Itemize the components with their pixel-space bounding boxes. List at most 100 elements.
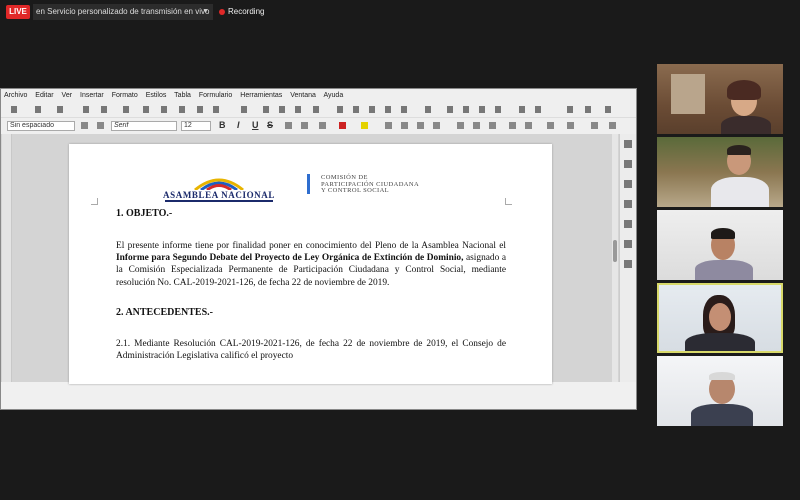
menu-ventana[interactable]: Ventana (290, 92, 316, 99)
asamblea-emblem-icon (194, 178, 244, 190)
subscript-icon[interactable] (301, 122, 308, 129)
undo-icon[interactable] (213, 106, 219, 113)
stream-service-dropdown[interactable]: en Servicio personalizado de transmisión… (33, 4, 213, 20)
track-changes-icon[interactable] (535, 106, 541, 113)
menu-insertar[interactable]: Insertar (80, 92, 104, 99)
paragraph-spacing-icon[interactable] (567, 122, 574, 129)
basic-shapes-icon[interactable] (585, 106, 591, 113)
cut-icon[interactable] (143, 106, 149, 113)
document-area: ASAMBLEA NACIONAL COMISIÓN DE PARTICIPAC… (1, 134, 636, 384)
paragraph-style-value: Sin espaciado (10, 122, 54, 129)
page-icon[interactable] (624, 180, 632, 188)
italic-button[interactable]: I (237, 120, 240, 130)
numbering-icon[interactable] (473, 122, 480, 129)
menu-ayuda[interactable]: Ayuda (324, 92, 344, 99)
bookmark-icon[interactable] (495, 106, 501, 113)
toolbar-more-icon[interactable] (605, 106, 611, 113)
vertical-ruler (2, 134, 12, 382)
insert-table-icon[interactable] (313, 106, 319, 113)
insert-image-icon[interactable] (337, 106, 343, 113)
participant-tile-2[interactable] (657, 137, 783, 207)
find-replace-icon[interactable] (263, 106, 269, 113)
participant-tile-1[interactable] (657, 64, 783, 134)
superscript-icon[interactable] (285, 122, 292, 129)
bullets-icon[interactable] (457, 122, 464, 129)
formatting-marks-icon[interactable] (295, 106, 301, 113)
save-icon[interactable] (57, 106, 63, 113)
decrease-indent-icon[interactable] (525, 122, 532, 129)
live-badge: LIVE (6, 5, 30, 19)
menu-estilos[interactable]: Estilos (146, 92, 167, 99)
comment-icon[interactable] (519, 106, 525, 113)
record-dot-icon (219, 8, 225, 15)
recording-indicator: Recording (219, 6, 264, 18)
insert-field-icon[interactable] (401, 106, 407, 113)
export-pdf-icon[interactable] (83, 106, 89, 113)
align-left-icon[interactable] (385, 122, 392, 129)
bold-button[interactable]: B (219, 120, 226, 130)
open-icon[interactable] (35, 106, 41, 113)
increase-indent-icon[interactable] (509, 122, 516, 129)
strikethrough-button[interactable]: S (267, 120, 273, 130)
manage-changes-icon[interactable] (624, 260, 632, 268)
font-color-icon[interactable] (339, 122, 346, 129)
update-style-icon[interactable] (81, 122, 88, 129)
sidebar-menu-icon[interactable] (624, 140, 632, 148)
paragraph-style-combo[interactable]: Sin espaciado (7, 121, 75, 131)
asamblea-logo-text: ASAMBLEA NACIONAL (163, 190, 275, 200)
navigator-icon[interactable] (624, 240, 632, 248)
menu-ver[interactable]: Ver (62, 92, 73, 99)
menu-tabla[interactable]: Tabla (174, 92, 191, 99)
styles-icon[interactable] (624, 200, 632, 208)
menu-archivo[interactable]: Archivo (4, 92, 27, 99)
document-page[interactable]: ASAMBLEA NACIONAL COMISIÓN DE PARTICIPAC… (69, 144, 552, 384)
menu-editar[interactable]: Editar (35, 92, 53, 99)
font-name-combo[interactable]: Serif (111, 121, 177, 131)
new-style-icon[interactable] (97, 122, 104, 129)
underline-button[interactable]: U (252, 120, 259, 130)
redo-icon[interactable] (241, 106, 247, 113)
print-preview-icon[interactable] (123, 106, 129, 113)
endnote-icon[interactable] (479, 106, 485, 113)
spelling-icon[interactable] (279, 106, 285, 113)
print-icon[interactable] (101, 106, 107, 113)
participant-tile-5[interactable] (657, 356, 783, 426)
special-character-icon[interactable] (425, 106, 431, 113)
new-document-icon[interactable] (11, 106, 17, 113)
heading-antecedentes: 2. ANTECEDENTES.- (116, 307, 213, 318)
insert-line-icon[interactable] (567, 106, 573, 113)
participant-tile-3[interactable] (657, 210, 783, 280)
menu-formato[interactable]: Formato (112, 92, 138, 99)
properties-icon[interactable] (624, 160, 632, 168)
outline-icon[interactable] (489, 122, 496, 129)
insert-textbox-icon[interactable] (369, 106, 375, 113)
logo-divider (307, 174, 310, 194)
hyperlink-icon[interactable] (447, 106, 453, 113)
insert-chart-icon[interactable] (353, 106, 359, 113)
recording-label: Recording (228, 7, 265, 16)
clone-format-icon[interactable] (197, 106, 203, 113)
align-right-icon[interactable] (417, 122, 424, 129)
paragraph-dialog-icon[interactable] (591, 122, 598, 129)
clear-formatting-icon[interactable] (319, 122, 326, 129)
page-break-icon[interactable] (385, 106, 391, 113)
menu-formulario[interactable]: Formulario (199, 92, 232, 99)
participant-tile-4-active[interactable] (657, 283, 783, 353)
font-size-combo[interactable]: 12 (181, 121, 211, 131)
scrollbar-thumb[interactable] (613, 240, 617, 262)
align-center-icon[interactable] (401, 122, 408, 129)
font-name-value: Serif (114, 122, 129, 129)
paste-icon[interactable] (179, 106, 185, 113)
vertical-scrollbar[interactable] (612, 134, 618, 382)
gallery-icon[interactable] (624, 220, 632, 228)
margin-mark (91, 198, 98, 205)
para1-text-a: El presente informe tiene por finalidad … (116, 241, 506, 251)
justify-icon[interactable] (433, 122, 440, 129)
formatting-more-icon[interactable] (609, 122, 616, 129)
copy-icon[interactable] (161, 106, 167, 113)
menu-herramientas[interactable]: Herramientas (240, 92, 282, 99)
footnote-icon[interactable] (463, 106, 469, 113)
line-spacing-icon[interactable] (547, 122, 554, 129)
chevron-down-icon: ▼ (202, 8, 209, 15)
highlight-icon[interactable] (361, 122, 368, 129)
